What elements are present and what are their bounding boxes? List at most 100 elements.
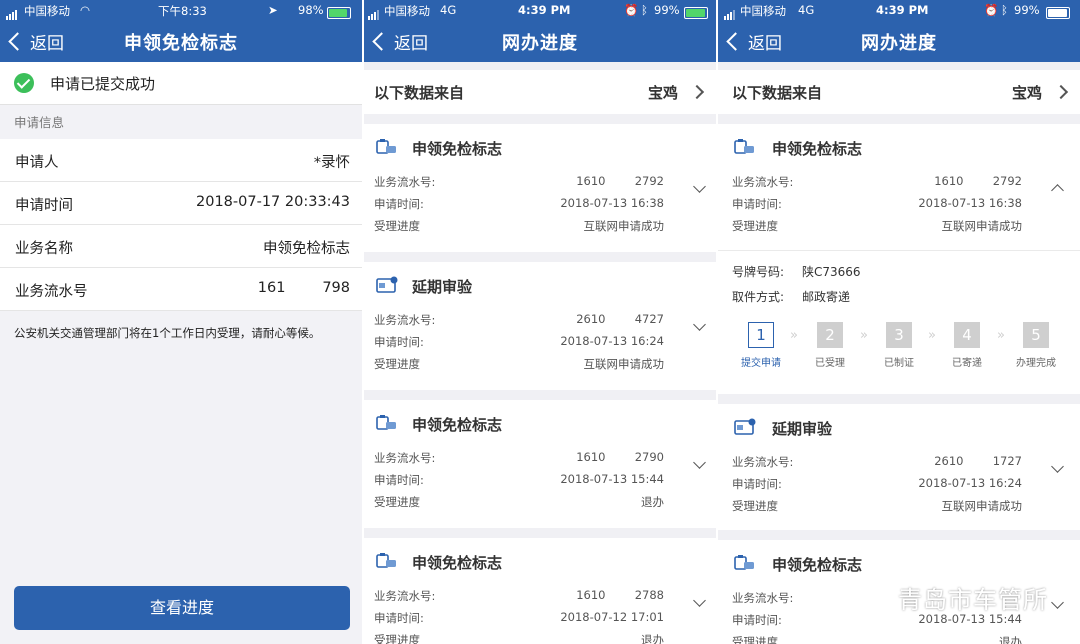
step-label: 办理完成 [1016, 358, 1056, 369]
screen-application-submitted: 中国移动 ◠ 下午8:33 ➤ 98% 返回 申领免检标志 申请已提交成功 申请… [0, 0, 362, 644]
progress-label: 受理进度 [732, 635, 778, 644]
chevron-double-icon: » [928, 328, 936, 343]
view-progress-button[interactable]: 查看进度 [14, 586, 350, 630]
signal-icon [368, 6, 380, 20]
time-label: 申请时间: [374, 335, 424, 349]
time-label: 申请时间: [374, 611, 424, 625]
inspection-icon [734, 555, 754, 570]
progress-card[interactable]: 延期审验 业务流水号: 2610 1727 申请时间: 2018-07-13 16:… [718, 404, 1080, 530]
serial-label: 业务流水号: [732, 455, 794, 469]
serial-label: 业务流水号: [374, 313, 436, 327]
progress-card[interactable]: 延期审验 业务流水号: 2610 4727 申请时间: 2018-07-13 16:… [364, 262, 716, 390]
location-icon: ➤ [268, 3, 278, 17]
card-icon [376, 276, 398, 293]
bluetooth-icon: ᛒ [1001, 3, 1008, 17]
pickup-label: 取件方式: [732, 290, 785, 304]
page-title: 网办进度 [502, 33, 578, 54]
bluetooth-icon: ᛒ [641, 3, 648, 17]
step-number: 3 [886, 322, 912, 348]
clock: 4:39 PM [518, 3, 571, 17]
serial-value: 1610 2790 [576, 450, 664, 464]
chevron-down-icon[interactable] [1051, 460, 1064, 473]
progress-value: 退办 [999, 635, 1022, 644]
chevron-right-icon [689, 84, 705, 100]
chevron-down-icon[interactable] [1051, 596, 1064, 609]
serial-value: 1610 2792 [934, 174, 1022, 188]
time-label: 申请时间: [374, 197, 424, 211]
chevron-down-icon[interactable] [693, 594, 706, 607]
serial-label: 业务流水号: [732, 591, 794, 605]
step-label: 提交申请 [741, 358, 781, 369]
network: 4G [798, 3, 815, 17]
card-title: 申领免检标志 [412, 416, 503, 434]
battery-percent: 99% [1014, 3, 1040, 17]
time-value: 2018-07-13 15:44 [560, 472, 664, 486]
source-city: 宝鸡 [647, 84, 678, 102]
page-title: 申领免检标志 [124, 33, 238, 54]
progress-label: 受理进度 [374, 219, 420, 233]
progress-value: 互联网申请成功 [583, 219, 665, 233]
progress-value: 退办 [641, 633, 664, 644]
step-label: 已受理 [815, 358, 845, 369]
progress-label: 受理进度 [374, 357, 420, 371]
pickup-value: 邮政寄递 [802, 290, 851, 304]
section-header: 申请信息 [14, 115, 65, 130]
chevron-up-icon[interactable] [1051, 184, 1064, 197]
inspection-icon [376, 415, 396, 430]
step-label: 已寄递 [952, 358, 982, 369]
chevron-down-icon[interactable] [693, 318, 706, 331]
chevron-down-icon[interactable] [693, 180, 706, 193]
step-number: 5 [1023, 322, 1049, 348]
notice-text: 公安机关交通管理部门将在1个工作日内受理，请耐心等候。 [14, 326, 321, 340]
carrier: 中国移动 [24, 4, 70, 18]
chevron-down-icon[interactable] [693, 456, 706, 469]
row-value: *录怀 [313, 155, 350, 171]
row-label: 业务流水号 [15, 284, 88, 300]
nav-bar: 返回 申领免检标志 [0, 20, 362, 62]
serial-label: 业务流水号: [374, 175, 436, 189]
time-value: 2018-07-13 16:24 [918, 476, 1022, 490]
progress-card[interactable]: 申领免检标志 业务流水号: 1610 2792 申请时间: 2018-07-13 1… [364, 124, 716, 252]
carrier: 中国移动 [740, 4, 786, 18]
data-source-row[interactable]: 以下数据来自 宝鸡 [364, 70, 716, 114]
step-5: 5 办理完成 [1006, 322, 1066, 369]
row-label: 业务名称 [15, 241, 73, 257]
time-value: 2018-07-13 16:38 [918, 196, 1022, 210]
progress-card[interactable]: 申领免检标志 业务流水号: 1610 2790 申请时间: 2018-07-13 1… [364, 400, 716, 528]
watermark-text: 青岛市车管所 [898, 586, 1048, 614]
alarm-icon: ⏰ [984, 3, 999, 17]
step-2: 2 已受理 [800, 322, 860, 369]
time-value: 2018-07-12 17:01 [560, 610, 664, 624]
serial-value: 1610 2792 [576, 174, 664, 188]
chevron-right-icon [1053, 84, 1069, 100]
progress-card-expanded[interactable]: 申领免检标志 业务流水号: 1610 2792 申请时间: 2018-07-13 1… [718, 124, 1080, 394]
nav-bar: 返回 网办进度 [364, 20, 716, 62]
chevron-double-icon: » [997, 328, 1005, 343]
source-label: 以下数据来自 [374, 84, 465, 102]
plate-label: 号牌号码: [732, 265, 785, 279]
progress-label: 受理进度 [374, 633, 420, 644]
progress-value: 互联网申请成功 [583, 357, 665, 371]
progress-label: 受理进度 [732, 499, 778, 513]
progress-card[interactable]: 申领免检标志 业务流水号: 1610 2788 申请时间: 2018-07-12 1… [364, 538, 716, 644]
battery-percent: 99% [654, 3, 680, 17]
plate-value: 陕C73666 [802, 265, 861, 279]
pickup-row: 取件方式: 邮政寄递 [732, 288, 850, 305]
page-title: 网办进度 [861, 33, 937, 54]
step-4: 4 已寄递 [937, 322, 997, 369]
card-title: 申领免检标志 [772, 140, 863, 158]
nav-bar: 返回 网办进度 [718, 20, 1080, 62]
wechat-icon [858, 586, 887, 608]
card-title: 延期审验 [772, 420, 833, 438]
source-city: 宝鸡 [1011, 84, 1042, 102]
watermark: 青岛市车管所 [858, 580, 1048, 615]
signal-icon [724, 6, 736, 20]
serial-label: 业务流水号: [374, 451, 436, 465]
progress-value: 互联网申请成功 [941, 499, 1023, 513]
progress-value: 退办 [641, 495, 664, 509]
battery-percent: 98% [298, 3, 324, 17]
data-source-row[interactable]: 以下数据来自 宝鸡 [718, 70, 1080, 114]
info-row-serial: 业务流水号 161 798 [0, 268, 362, 311]
time-label: 申请时间: [732, 197, 782, 211]
time-label: 申请时间: [374, 473, 424, 487]
